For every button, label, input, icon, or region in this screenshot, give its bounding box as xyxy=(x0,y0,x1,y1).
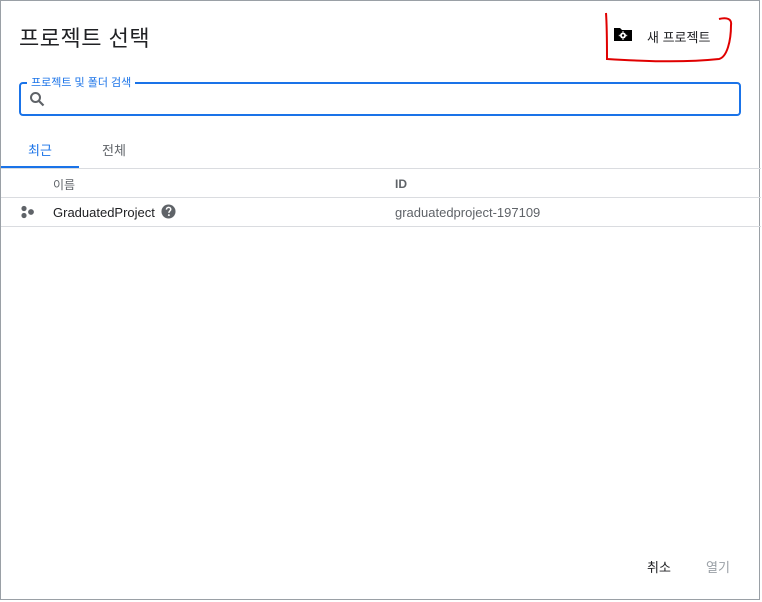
select-project-dialog: 프로젝트 선택 새 프로젝트 프로젝트 및 폴더 검색 최근 전체 이름 ID … xyxy=(0,0,761,600)
column-header-id[interactable]: ID xyxy=(395,177,407,191)
column-header-name[interactable]: 이름 xyxy=(53,176,75,193)
tab-recent[interactable]: 최근 xyxy=(1,133,79,168)
new-project-button[interactable]: 새 프로젝트 xyxy=(613,23,710,49)
table-row[interactable]: GraduatedProject graduatedproject-197109 xyxy=(1,198,761,227)
table-header: 이름 ID xyxy=(1,169,761,198)
dialog-title: 프로젝트 선택 xyxy=(19,26,151,51)
search-label: 프로젝트 및 폴더 검색 xyxy=(27,74,136,90)
project-name-link[interactable]: GraduatedProject xyxy=(53,205,155,220)
new-project-label: 새 프로젝트 xyxy=(647,29,711,45)
open-button[interactable]: 열기 xyxy=(706,557,730,576)
tab-all[interactable]: 전체 xyxy=(79,133,149,166)
cancel-button[interactable]: 취소 xyxy=(647,557,671,576)
help-icon[interactable] xyxy=(161,204,176,222)
project-icon xyxy=(20,204,36,223)
tab-bar: 최근 전체 xyxy=(1,133,761,169)
project-id: graduatedproject-197109 xyxy=(395,205,541,220)
search-icon xyxy=(29,91,45,107)
folder-settings-icon xyxy=(613,26,633,47)
search-input[interactable] xyxy=(51,90,715,108)
